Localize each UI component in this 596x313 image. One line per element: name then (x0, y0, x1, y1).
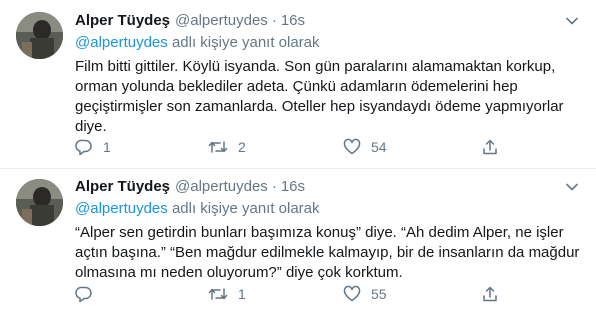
tweet-actions: 1 55 (75, 284, 596, 304)
reply-context: @alpertuydes adlı kişiye yanıt olarak (75, 199, 580, 219)
share-button[interactable] (481, 137, 499, 157)
author-handle[interactable]: @alpertuydes (175, 11, 268, 31)
tweet-actions: 1 2 54 (75, 137, 596, 157)
heart-icon (343, 285, 361, 302)
reply-count: 1 (103, 139, 111, 155)
chevron-down-icon (566, 183, 578, 191)
share-icon (483, 286, 497, 302)
chevron-down-icon (566, 17, 578, 25)
share-icon (483, 139, 497, 155)
reply-icon (75, 286, 92, 303)
separator-dot: · (271, 12, 277, 29)
reply-icon (75, 139, 92, 156)
more-options-button[interactable] (564, 13, 580, 29)
reply-context-label: adlı kişiye yanıt olarak (167, 34, 320, 51)
timestamp[interactable]: 16s (281, 11, 305, 31)
retweet-button[interactable]: 2 (208, 137, 246, 157)
author-name[interactable]: Alper Tüydeş (75, 177, 170, 197)
more-options-button[interactable] (564, 179, 580, 195)
heart-icon (343, 138, 361, 155)
like-button[interactable]: 55 (343, 284, 387, 304)
tweet-text: Film bitti gittiler. Köylü isyanda. Son … (75, 58, 564, 135)
avatar-photo (16, 12, 63, 59)
retweet-icon (208, 141, 228, 153)
avatar[interactable] (16, 12, 63, 59)
tweet[interactable]: Alper Tüydeş @alpertuydes · 16s @alpertu… (0, 168, 596, 313)
author-name[interactable]: Alper Tüydeş (75, 11, 170, 31)
reply-context: @alpertuydes adlı kişiye yanıt olarak (75, 33, 580, 53)
reply-mention-link[interactable]: @alpertuydes (75, 200, 168, 217)
like-count: 55 (371, 286, 387, 302)
retweet-icon (208, 288, 228, 300)
tweet-text: “Alper sen getirdin bunları başımıza kon… (75, 224, 580, 281)
avatar[interactable] (16, 179, 63, 226)
separator-dot: · (271, 178, 277, 195)
retweet-count: 2 (238, 139, 246, 155)
like-count: 54 (371, 139, 387, 155)
retweet-count: 1 (238, 286, 246, 302)
tweet[interactable]: Alper Tüydeş @alpertuydes · 16s @alpertu… (0, 0, 596, 168)
retweet-button[interactable]: 1 (208, 284, 246, 304)
share-button[interactable] (481, 284, 499, 304)
author-handle[interactable]: @alpertuydes (175, 177, 268, 197)
reply-mention-link[interactable]: @alpertuydes (75, 34, 168, 51)
reply-button[interactable]: 1 (75, 137, 111, 157)
like-button[interactable]: 54 (343, 137, 387, 157)
reply-context-label: adlı kişiye yanıt olarak (167, 200, 320, 217)
avatar-photo (16, 179, 63, 226)
timestamp[interactable]: 16s (281, 177, 305, 197)
reply-button[interactable] (75, 284, 103, 304)
